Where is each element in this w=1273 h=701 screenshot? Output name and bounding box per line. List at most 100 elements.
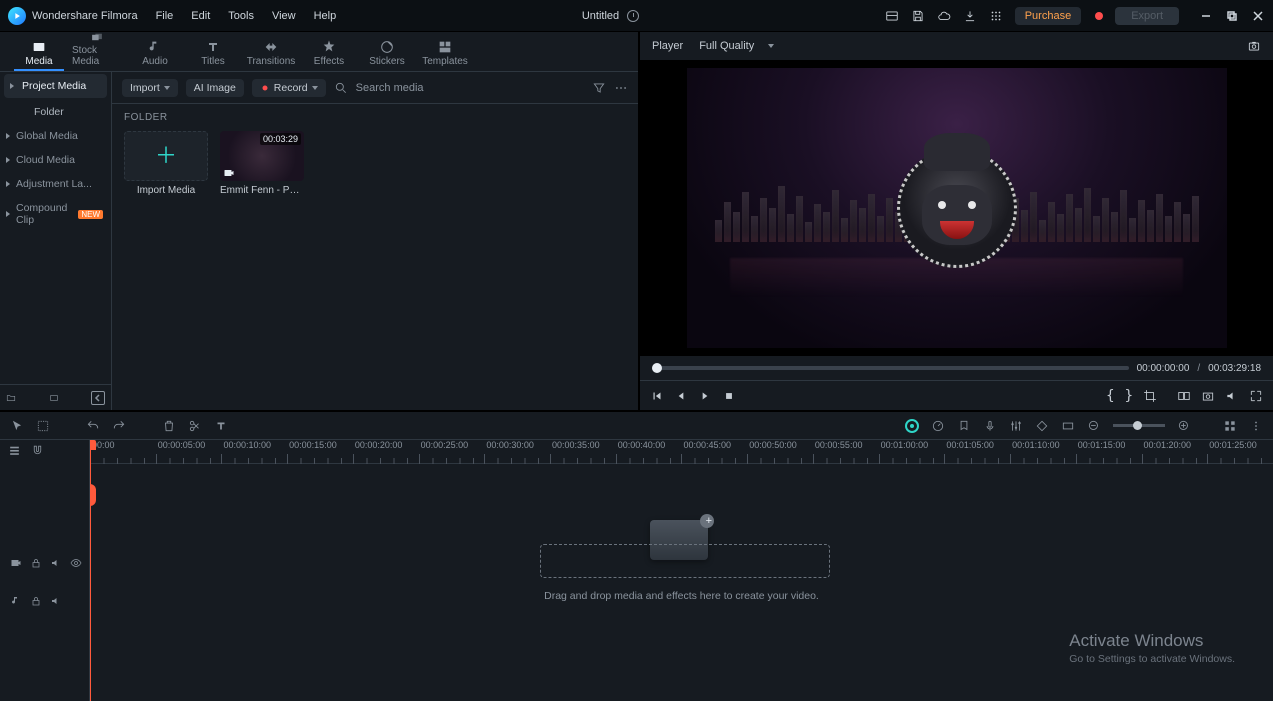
track-manager-icon[interactable] — [8, 444, 21, 457]
tab-templates[interactable]: Templates — [420, 31, 470, 71]
mark-in-button[interactable]: { — [1106, 388, 1114, 404]
window-minimize[interactable] — [1197, 7, 1215, 25]
record-button[interactable]: Record — [252, 79, 326, 97]
mark-out-button[interactable]: } — [1125, 388, 1133, 404]
layout-icon[interactable] — [885, 9, 899, 23]
play-button[interactable] — [698, 389, 712, 403]
speed-icon[interactable] — [931, 419, 945, 433]
audio-mixer-icon[interactable] — [1009, 419, 1023, 433]
timeline-body[interactable]: 00:0000:00:05:0000:00:10:0000:00:15:0000… — [90, 440, 1273, 701]
timeline-toolbar — [0, 410, 1273, 440]
mute-icon[interactable] — [50, 557, 62, 569]
player-header: Player Full Quality — [640, 32, 1273, 60]
seek-track[interactable] — [652, 366, 1129, 370]
new-folder-icon[interactable] — [6, 393, 16, 403]
document-title: Untitled — [582, 10, 619, 22]
pointer-tool-icon[interactable] — [10, 419, 24, 433]
keyframe-icon[interactable] — [1035, 419, 1049, 433]
select-tool-icon[interactable] — [36, 419, 50, 433]
tab-stickers[interactable]: Stickers — [362, 31, 412, 71]
cloud-icon[interactable] — [937, 9, 951, 23]
zoom-in-icon[interactable] — [1177, 419, 1191, 433]
lock-icon[interactable] — [30, 595, 42, 607]
export-button[interactable]: Export — [1115, 7, 1179, 25]
volume-icon[interactable] — [1225, 389, 1239, 403]
timeline-settings-icon[interactable] — [1249, 419, 1263, 433]
capture-icon[interactable] — [1201, 389, 1215, 403]
menu-edit[interactable]: Edit — [191, 10, 210, 22]
fullscreen-icon[interactable] — [1249, 389, 1263, 403]
sidebar-adjustment-layer[interactable]: Adjustment La... — [0, 172, 111, 196]
undo-icon[interactable] — [86, 419, 100, 433]
more-icon[interactable] — [614, 81, 628, 95]
library-panel: Media Stock Media Audio Titles Transitio… — [0, 32, 640, 410]
tab-stock-media[interactable]: Stock Media — [72, 31, 122, 71]
timeline-ruler[interactable]: 00:0000:00:05:0000:00:10:0000:00:15:0000… — [90, 440, 1273, 464]
playhead-handle[interactable] — [90, 484, 96, 506]
collapse-sidebar-button[interactable] — [91, 391, 105, 405]
zoom-out-icon[interactable] — [1087, 419, 1101, 433]
delete-icon[interactable] — [162, 419, 176, 433]
video-track-header[interactable] — [0, 548, 89, 578]
sidebar-global-media[interactable]: Global Media — [0, 124, 111, 148]
sidebar-project-media[interactable]: Project Media — [4, 74, 107, 98]
player-quality-dropdown[interactable]: Full Quality — [699, 40, 774, 52]
media-clip-tile[interactable]: 00:03:29 Emmit Fenn - Paintin... — [220, 131, 304, 196]
render-indicator[interactable] — [905, 419, 919, 433]
filter-icon[interactable] — [592, 81, 606, 95]
notification-dot[interactable] — [1095, 12, 1103, 20]
import-button[interactable]: Import — [122, 79, 178, 97]
tab-media[interactable]: Media — [14, 31, 64, 71]
ai-image-button[interactable]: AI Image — [186, 79, 244, 97]
audio-track-icon — [10, 595, 22, 607]
stop-button[interactable] — [722, 389, 736, 403]
sidebar-compound-clip[interactable]: Compound Clip NEW — [0, 196, 111, 232]
visibility-icon[interactable] — [70, 557, 82, 569]
prev-frame-button[interactable] — [650, 389, 664, 403]
tab-transitions[interactable]: Transitions — [246, 31, 296, 71]
menu-view[interactable]: View — [272, 10, 296, 22]
crop-icon[interactable] — [1143, 389, 1157, 403]
audio-track-header[interactable] — [0, 586, 89, 616]
purchase-button[interactable]: Purchase — [1015, 7, 1081, 25]
compare-icon[interactable] — [1177, 389, 1191, 403]
sidebar-cloud-media[interactable]: Cloud Media — [0, 148, 111, 172]
drop-zone[interactable] — [540, 544, 830, 578]
new-bin-icon[interactable] — [49, 393, 59, 403]
apps-icon[interactable] — [989, 9, 1003, 23]
menu-file[interactable]: File — [156, 10, 174, 22]
sidebar-folder[interactable]: Folder — [0, 100, 111, 124]
library-toolbar: Import AI Image Record — [112, 72, 638, 104]
magnet-icon[interactable] — [31, 444, 44, 457]
autosave-icon[interactable] — [627, 10, 639, 22]
marker-icon[interactable] — [957, 419, 971, 433]
search-input[interactable] — [354, 81, 584, 95]
playhead[interactable] — [90, 440, 91, 701]
window-close[interactable] — [1249, 7, 1267, 25]
tab-titles[interactable]: Titles — [188, 31, 238, 71]
lock-icon[interactable] — [30, 557, 42, 569]
snapshot-icon[interactable] — [1247, 39, 1261, 53]
split-icon[interactable] — [188, 419, 202, 433]
zoom-slider-handle[interactable] — [1133, 421, 1142, 430]
download-icon[interactable] — [963, 9, 977, 23]
voiceover-icon[interactable] — [983, 419, 997, 433]
import-media-tile[interactable]: ＋ Import Media — [124, 131, 208, 196]
folder-header: FOLDER — [112, 104, 638, 127]
save-icon[interactable] — [911, 9, 925, 23]
grid-view-icon[interactable] — [1223, 419, 1237, 433]
window-maximize[interactable] — [1223, 7, 1241, 25]
text-icon[interactable] — [214, 419, 228, 433]
tab-effects[interactable]: Effects — [304, 31, 354, 71]
preview-viewport[interactable] — [640, 60, 1273, 356]
play-backward-button[interactable] — [674, 389, 688, 403]
tab-audio[interactable]: Audio — [130, 31, 180, 71]
menu-help[interactable]: Help — [314, 10, 337, 22]
mute-icon[interactable] — [50, 595, 62, 607]
zoom-slider[interactable] — [1113, 424, 1165, 427]
tab-audio-label: Audio — [142, 56, 168, 67]
seek-handle[interactable] — [652, 363, 662, 373]
aspect-icon[interactable] — [1061, 419, 1075, 433]
redo-icon[interactable] — [112, 419, 126, 433]
menu-tools[interactable]: Tools — [228, 10, 254, 22]
